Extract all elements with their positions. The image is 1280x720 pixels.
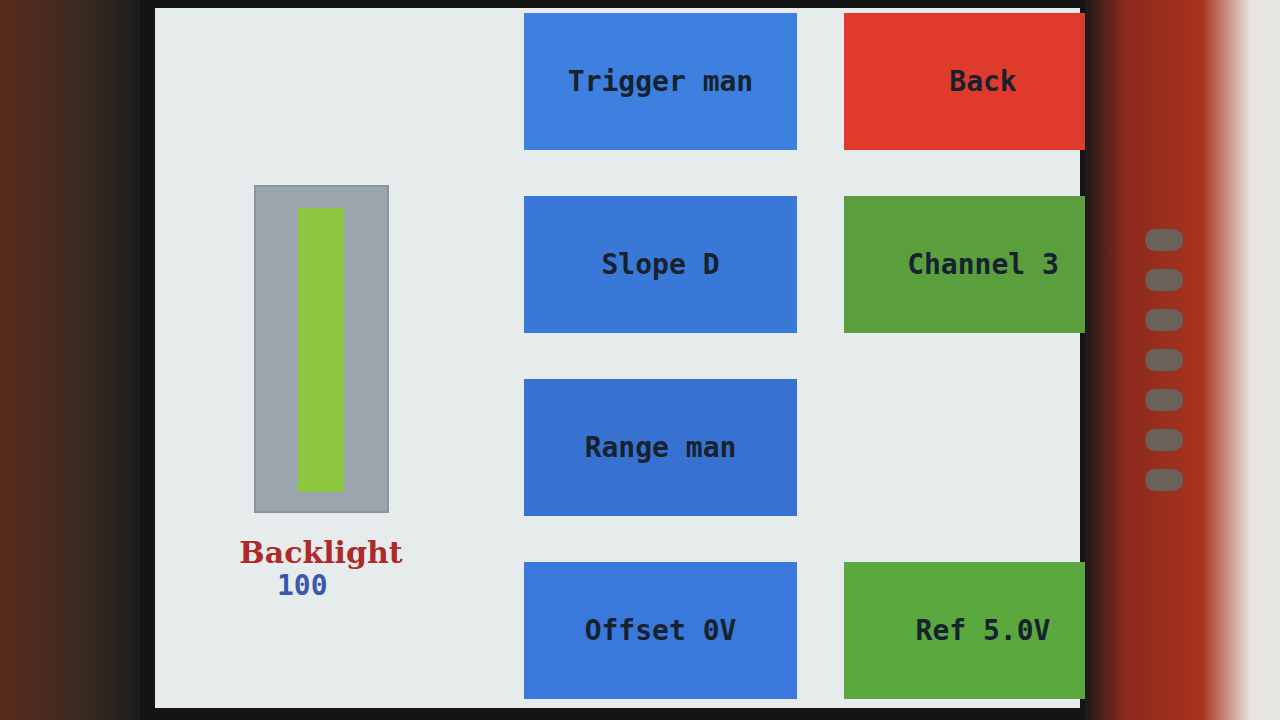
pin [1145, 389, 1183, 411]
backlight-reading: 100 [165, 571, 328, 601]
slider-fill [298, 208, 344, 492]
side-column: Back Channel 3 Ref 5.0V [844, 13, 1122, 708]
mode-button[interactable]: Trigger man [524, 13, 797, 150]
pin [1145, 269, 1183, 291]
mode-column: Trigger man Slope D Range man Offset 0V [524, 13, 797, 708]
pin [1145, 469, 1183, 491]
board-edge-left [0, 0, 140, 720]
board-edge-right [1085, 0, 1280, 720]
backlight-slider[interactable] [254, 185, 389, 513]
header-pins [1145, 229, 1183, 491]
side-button[interactable]: Ref 5.0V [844, 562, 1122, 699]
side-button[interactable]: Channel 3 [844, 196, 1122, 333]
backlight-panel: Backlight100 [155, 13, 477, 708]
slider-track [298, 208, 344, 492]
pin [1145, 229, 1183, 251]
mode-button[interactable]: Offset 0V [524, 562, 797, 699]
device-photo: Backlight100 Trigger man Slope D Range man O… [0, 0, 1280, 720]
pin [1145, 309, 1183, 331]
pin [1145, 429, 1183, 451]
lcd-screen: Backlight100 Trigger man Slope D Range man O… [155, 8, 1080, 708]
backlight-label: Backlight [239, 535, 402, 571]
mode-button[interactable]: Range man [524, 379, 797, 516]
side-button[interactable]: Back [844, 13, 1122, 150]
mode-button[interactable]: Slope D [524, 196, 797, 333]
lcd-bezel: Backlight100 Trigger man Slope D Range man O… [140, 0, 1085, 720]
pin [1145, 349, 1183, 371]
